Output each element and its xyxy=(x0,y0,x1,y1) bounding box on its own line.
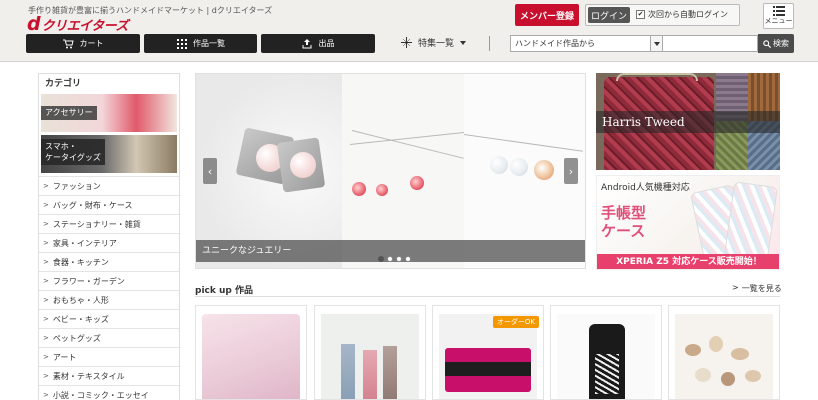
chevron-right-icon: › xyxy=(568,164,574,178)
product-image-phone-case xyxy=(557,314,655,399)
chevron-right-icon: > xyxy=(43,353,49,361)
slider-dot[interactable] xyxy=(405,256,411,262)
logo-d: d xyxy=(27,12,41,35)
listing-label: 出品 xyxy=(318,39,335,48)
pickup-see-all-link[interactable]: > 一覧を見る xyxy=(732,283,782,294)
pickup-card[interactable] xyxy=(314,305,426,400)
pickup-card[interactable] xyxy=(195,305,307,400)
chevron-right-icon: > xyxy=(43,182,49,190)
android-banner-headline: 手帳型 ケース xyxy=(601,204,647,240)
android-banner-footer: XPERIA Z5 対応ケース販売開始！ xyxy=(597,254,779,269)
chevron-right-icon: > xyxy=(43,315,49,323)
sidebar-item-art[interactable]: > アート xyxy=(39,347,179,366)
chevron-right-icon: > xyxy=(43,372,49,380)
upload-icon xyxy=(302,38,313,49)
chevron-right-icon: > xyxy=(43,239,49,247)
search-input[interactable] xyxy=(663,35,758,52)
divider xyxy=(195,296,780,297)
cart-label: カート xyxy=(79,39,104,48)
logo-text: クリエイターズ xyxy=(41,18,129,34)
pickup-section-title: pick up 作品 xyxy=(195,286,253,296)
checkbox-checked-icon: ✔ xyxy=(636,10,645,19)
sidebar-item-baby[interactable]: > ベビー・キッズ xyxy=(39,309,179,328)
member-register-button[interactable]: メンバー登録 xyxy=(515,4,579,26)
category-banner-label: アクセサリー xyxy=(41,106,97,120)
search-button[interactable]: 検索 xyxy=(758,34,794,53)
search-category-value: ハンドメイド作品から xyxy=(515,39,595,48)
works-list-label: 作品一覧 xyxy=(193,39,225,48)
list-icon xyxy=(772,6,785,16)
sidebar-item-pet[interactable]: > ペットグッズ xyxy=(39,328,179,347)
pickup-see-all-label: 一覧を見る xyxy=(741,284,782,293)
sidebar-item-stationery[interactable]: > ステーショナリー・雑貨 xyxy=(39,214,179,233)
order-ok-badge: オーダーOK xyxy=(492,316,539,328)
product-image-shells xyxy=(675,314,773,399)
category-banner-label: スマホ・ ケータイグッズ xyxy=(41,139,105,165)
product-image-tassels xyxy=(321,314,419,399)
grid-icon xyxy=(176,38,187,49)
site-logo[interactable]: d クリエイターズ xyxy=(27,12,129,35)
sidebar-title: カテゴリ xyxy=(45,79,82,89)
chevron-right-icon: > xyxy=(732,283,739,292)
works-list-button[interactable]: 作品一覧 xyxy=(144,34,257,53)
category-banner-accessory[interactable]: アクセサリー xyxy=(41,94,177,132)
harris-tweed-banner[interactable]: Harris Tweed xyxy=(596,73,780,170)
divider xyxy=(489,36,490,51)
slider-next-button[interactable]: › xyxy=(564,158,578,184)
sidebar-item-bags[interactable]: > バッグ・財布・ケース xyxy=(39,195,179,214)
slider-dot[interactable] xyxy=(396,256,402,262)
slider-dot[interactable] xyxy=(387,256,393,262)
sidebar-item-books[interactable]: > 小説・コミック・エッセイ xyxy=(39,385,179,400)
sidebar-item-flower[interactable]: > フラワー・ガーデン xyxy=(39,271,179,290)
pickup-card[interactable] xyxy=(668,305,780,400)
menu-label: メニュー xyxy=(764,17,793,25)
search-category-select[interactable]: ハンドメイド作品から xyxy=(510,35,663,52)
pouch-clasp xyxy=(616,73,698,81)
auto-login-label: 次回から自動ログイン xyxy=(648,10,728,19)
cart-button[interactable]: カート xyxy=(26,34,140,53)
chevron-down-icon xyxy=(650,36,662,51)
chevron-left-icon: ‹ xyxy=(207,164,213,178)
sidebar-item-fashion[interactable]: > ファッション xyxy=(39,176,179,195)
cart-icon xyxy=(62,38,74,49)
login-button[interactable]: ログイン xyxy=(588,7,630,23)
category-list: > ファッション > バッグ・財布・ケース > ステーショナリー・雑貨 > 家具・インテ… xyxy=(39,176,179,400)
menu-button[interactable]: メニュー xyxy=(763,3,794,29)
hero-slider[interactable]: ユニークなジュエリー ‹ › xyxy=(195,73,586,269)
search-button-label: 検索 xyxy=(773,39,789,48)
slider-prev-button[interactable]: ‹ xyxy=(203,158,217,184)
sidebar-item-textile[interactable]: > 素材・テキスタイル xyxy=(39,366,179,385)
android-banner-title: Android人気機種対応 xyxy=(601,183,690,193)
feature-list-label: 特集一覧 xyxy=(418,39,455,49)
sidebar-item-furniture[interactable]: > 家具・インテリア xyxy=(39,233,179,252)
sidebar-item-kitchen[interactable]: > 食器・キッチン xyxy=(39,252,179,271)
phone-case-image xyxy=(724,181,778,261)
chevron-right-icon: > xyxy=(43,334,49,342)
slider-pagination xyxy=(378,256,411,262)
login-box: ログイン ✔ 次回から自動ログイン xyxy=(585,4,740,26)
product-image-pouch xyxy=(202,314,300,399)
auto-login-checkbox[interactable]: ✔ 次回から自動ログイン xyxy=(636,9,728,20)
pickup-card[interactable] xyxy=(550,305,662,400)
pickup-card[interactable]: オーダーOK xyxy=(432,305,544,400)
site-header: 手作り雑貨が豊富に揃うハンドメイドマーケット | dクリエイターズ d クリエイ… xyxy=(0,0,818,62)
android-case-banner[interactable]: Android人気機種対応 手帳型 ケース XPERIA Z5 対応ケース販売開… xyxy=(596,175,780,270)
chevron-right-icon: > xyxy=(43,258,49,266)
category-banner-smartphone[interactable]: スマホ・ ケータイグッズ xyxy=(41,135,177,173)
sidebar-item-toys[interactable]: > おもちゃ・人形 xyxy=(39,290,179,309)
listing-button[interactable]: 出品 xyxy=(261,34,375,53)
slider-dot[interactable] xyxy=(378,256,384,262)
category-sidebar: カテゴリ アクセサリー スマホ・ ケータイグッズ > ファッション > バッグ・財布… xyxy=(38,73,180,400)
search-icon xyxy=(763,39,771,48)
chevron-right-icon: > xyxy=(43,201,49,209)
chevron-right-icon: > xyxy=(43,277,49,285)
chevron-right-icon: > xyxy=(43,296,49,304)
chevron-right-icon: > xyxy=(43,220,49,228)
harris-tweed-label: Harris Tweed xyxy=(596,111,780,133)
feature-list-menu[interactable]: 特集一覧 xyxy=(401,36,467,49)
sparkle-icon xyxy=(401,37,412,48)
chevron-right-icon: > xyxy=(43,391,49,399)
chevron-down-icon xyxy=(460,40,467,45)
